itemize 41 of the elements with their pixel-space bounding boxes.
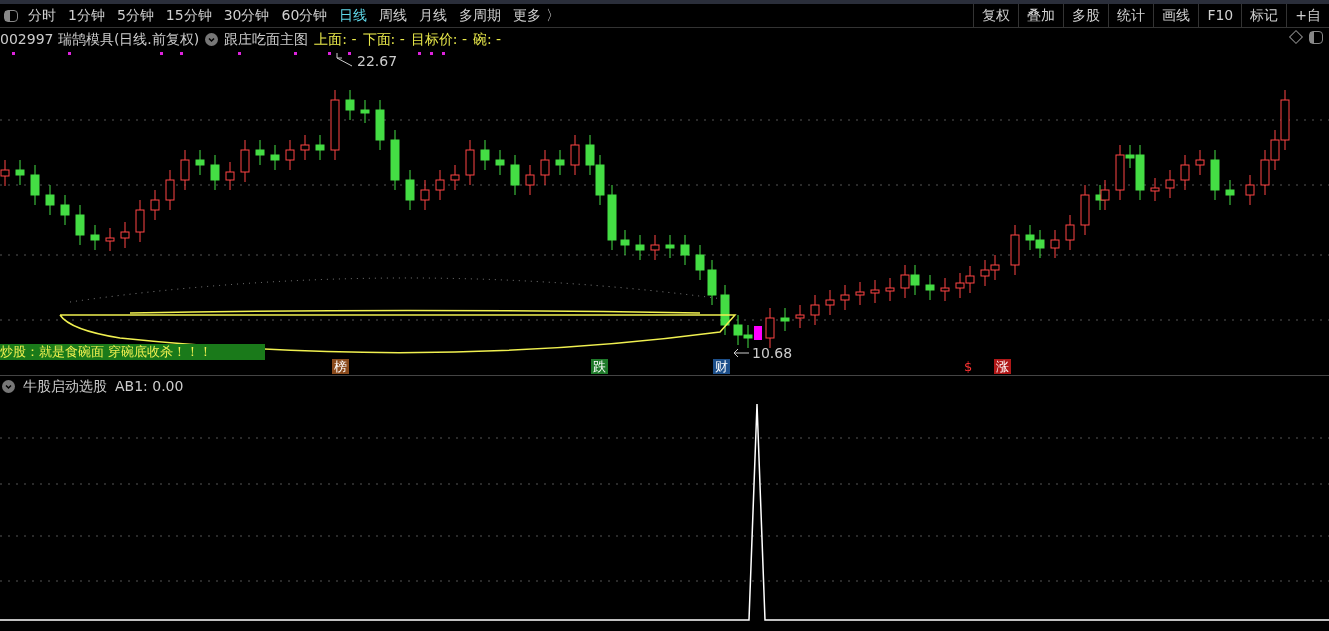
indicator-value: 碗: - (472, 29, 502, 49)
period-tab[interactable]: 分时 (28, 5, 56, 26)
signal-badge: $ (962, 359, 975, 374)
toolbar-button[interactable]: 画线 (1153, 4, 1199, 27)
toolbar-button[interactable]: 标记 (1241, 4, 1287, 27)
period-tab[interactable]: 1分钟 (68, 5, 105, 26)
signal-badge: 跌 (591, 359, 608, 374)
period-tab[interactable]: 15分钟 (165, 5, 212, 26)
toolbar-button[interactable]: 多股 (1063, 4, 1109, 27)
period-tab[interactable]: 5分钟 (116, 5, 154, 26)
banner-text: 炒股：就是食碗面 穿碗底收杀！！！ (0, 344, 265, 360)
period-tab[interactable]: 更多 〉 (513, 5, 560, 26)
signal-badge: 榜 (332, 359, 349, 374)
indicator-name: 跟庄吃面主图 (224, 29, 309, 49)
toolbar-button[interactable]: +自 (1286, 4, 1329, 27)
panel-toggle-icon[interactable] (1309, 31, 1323, 44)
indicator-value: 下面: - (362, 29, 405, 49)
toolbar-button[interactable]: 叠加 (1018, 4, 1064, 27)
toolbar-button[interactable]: 复权 (973, 4, 1019, 27)
toolbar-button[interactable]: F10 (1198, 4, 1242, 27)
toolbar-button[interactable]: 统计 (1108, 4, 1154, 27)
panel-toggle-icon[interactable] (4, 9, 18, 22)
stock-title: 002997 瑞鹄模具(日线.前复权) (0, 29, 200, 49)
low-arrow (733, 348, 750, 358)
indicator-value: AB1: 0.00 (115, 376, 184, 396)
period-tab[interactable]: 日线 (339, 5, 368, 26)
signal-badge: 涨 (994, 359, 1011, 374)
period-tab[interactable]: 周线 (379, 5, 408, 26)
period-tab[interactable]: 30分钟 (223, 5, 270, 26)
dropdown-icon[interactable] (205, 32, 219, 46)
price-label: 22.67 (357, 52, 398, 70)
indicator-value: 上面: - (314, 29, 357, 49)
high-arrow (336, 52, 353, 67)
period-tab[interactable]: 多周期 (459, 5, 502, 26)
indicator-name: 牛股启动选股 (23, 376, 107, 396)
period-tab[interactable]: 60分钟 (281, 5, 328, 26)
indicator-value: 目标价: - (410, 29, 467, 49)
dropdown-icon[interactable] (2, 379, 15, 393)
signal-badge: 财 (713, 359, 730, 374)
period-tab[interactable]: 月线 (419, 5, 448, 26)
price-label: 10.68 (752, 344, 793, 362)
